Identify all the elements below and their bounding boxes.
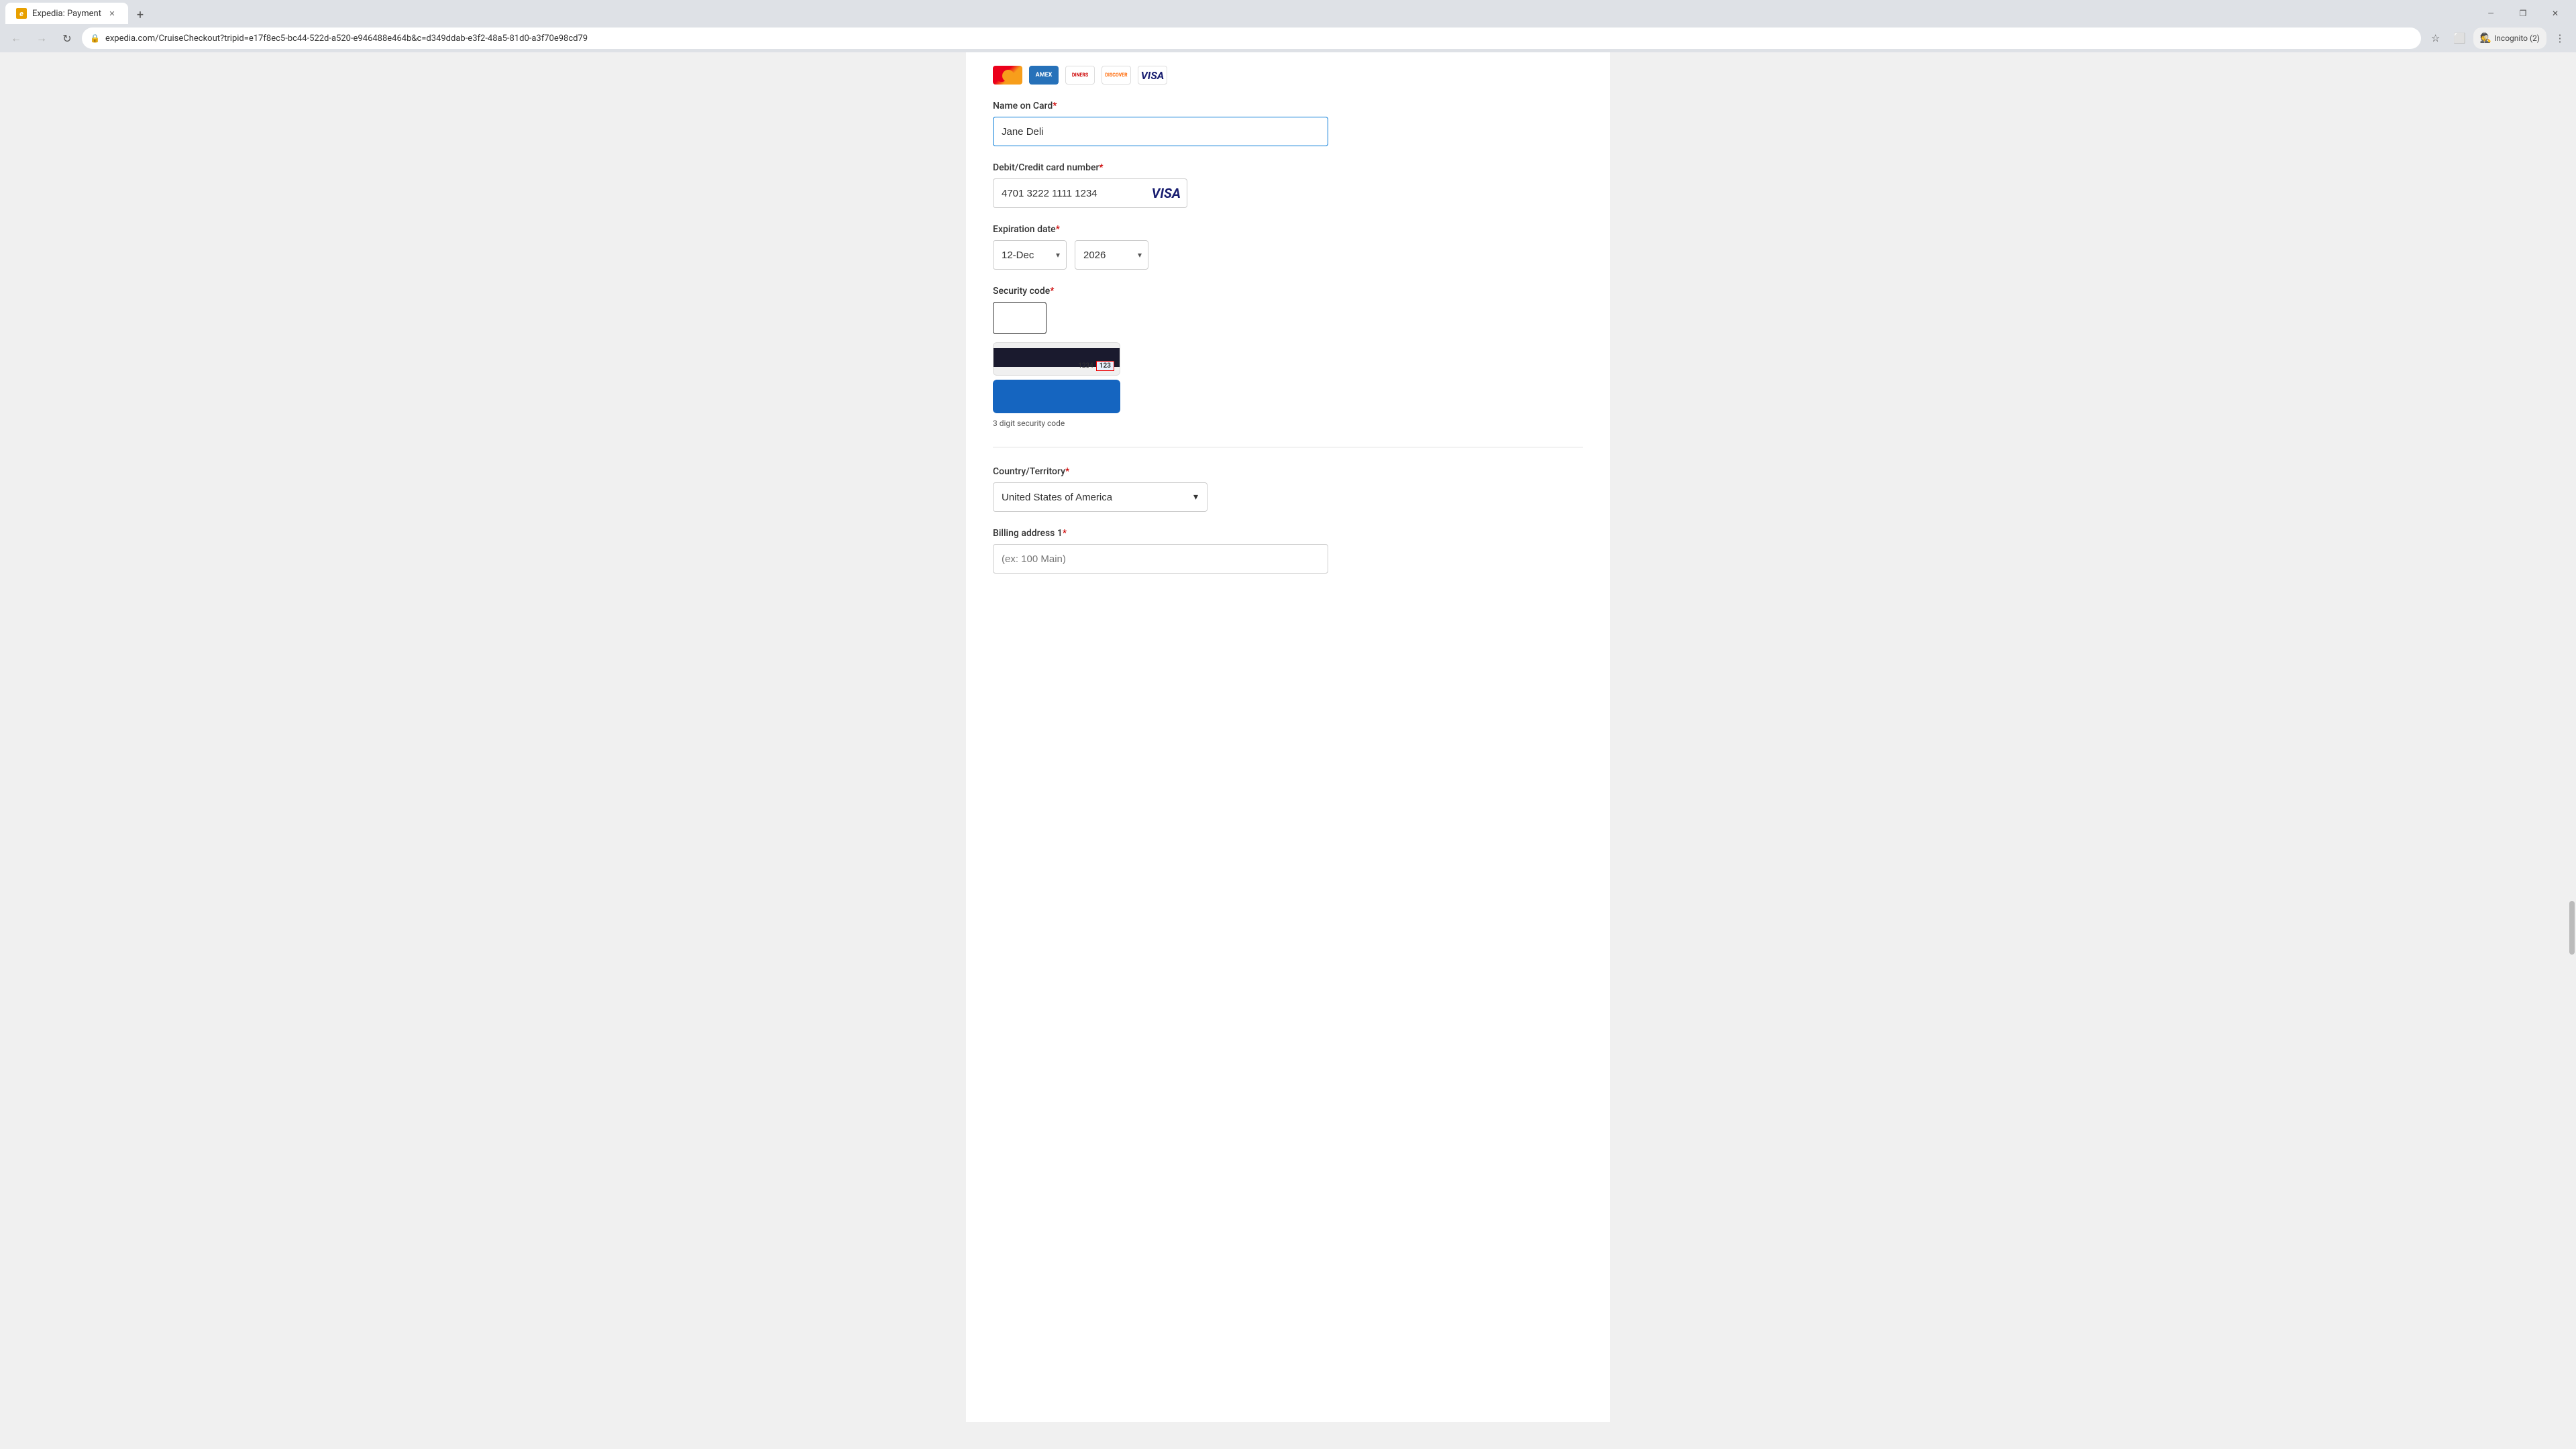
tab-title: Expedia: Payment	[32, 9, 101, 19]
name-label: Name on Card*	[993, 101, 1583, 111]
name-on-card-section: Name on Card*	[993, 101, 1583, 146]
scrollbar[interactable]	[2568, 79, 2576, 1449]
country-required-star: *	[1065, 466, 1069, 477]
visa-card-icon: VISA	[1138, 66, 1167, 85]
menu-button[interactable]: ⋮	[2549, 28, 2571, 49]
cvv-signature-area: 1234 123	[1078, 361, 1114, 371]
security-code-input[interactable]	[993, 302, 1046, 334]
expiry-month-wrapper: 12-Dec 1-Jan2-Feb3-Mar 4-Apr5-May6-Jun 7…	[993, 240, 1067, 270]
back-button[interactable]: ←	[5, 28, 27, 49]
cvv-sig-number: 1234	[1078, 362, 1093, 370]
minimize-button[interactable]: —	[2475, 3, 2506, 24]
cvv-card-back: 1234 123	[993, 342, 1120, 376]
restore-button[interactable]: ❐	[2508, 3, 2538, 24]
url-text: expedia.com/CruiseCheckout?tripid=e17f8e…	[105, 34, 2413, 44]
new-tab-button[interactable]: +	[131, 5, 150, 24]
card-type-icons: AMEX DINERS DISCOVER VISA	[993, 66, 1583, 85]
tab-favicon: e	[16, 8, 27, 19]
lock-icon: 🔒	[90, 34, 100, 43]
billing-label: Billing address 1*	[993, 528, 1583, 539]
address-bar[interactable]: 🔒 expedia.com/CruiseCheckout?tripid=e17f…	[82, 28, 2421, 49]
card-number-wrapper: VISA	[993, 178, 1187, 208]
diners-icon: DINERS	[1065, 66, 1095, 85]
billing-address-section: Billing address 1*	[993, 528, 1583, 574]
mastercard-icon	[993, 66, 1022, 85]
expiry-row: 12-Dec 1-Jan2-Feb3-Mar 4-Apr5-May6-Jun 7…	[993, 240, 1583, 270]
name-required-star: *	[1053, 101, 1057, 111]
reload-button[interactable]: ↻	[56, 28, 78, 49]
cvv-hint-text: 3 digit security code	[993, 419, 1120, 428]
expiry-month-select[interactable]: 12-Dec 1-Jan2-Feb3-Mar 4-Apr5-May6-Jun 7…	[993, 240, 1067, 270]
country-select[interactable]: United States of America Canada United K…	[993, 482, 1208, 512]
billing-address-input[interactable]	[993, 544, 1328, 574]
incognito-label: Incognito (2)	[2494, 34, 2540, 43]
expiry-label: Expiration date*	[993, 224, 1583, 235]
billing-required-star: *	[1063, 528, 1067, 539]
discover-icon: DISCOVER	[1102, 66, 1131, 85]
active-tab[interactable]: e Expedia: Payment ✕	[5, 3, 128, 24]
incognito-indicator: 🕵 Incognito (2)	[2473, 28, 2546, 49]
cvv-code-box: 123	[1096, 361, 1114, 371]
name-input[interactable]	[993, 117, 1328, 146]
card-brand-indicator: VISA	[1152, 185, 1181, 201]
card-number-label: Debit/Credit card number*	[993, 162, 1583, 173]
expiry-section: Expiration date* 12-Dec 1-Jan2-Feb3-Mar …	[993, 224, 1583, 270]
security-required-star: *	[1050, 286, 1054, 297]
extensions-button[interactable]: ⬜	[2449, 28, 2471, 49]
cvv-illustration: 1234 123 3 digit security code	[993, 342, 1120, 428]
cvv-card-front	[993, 380, 1120, 413]
scrollbar-thumb[interactable]	[2569, 901, 2575, 955]
page-content: AMEX DINERS DISCOVER VISA Name on Card* …	[966, 52, 1610, 1422]
card-number-section: Debit/Credit card number* VISA	[993, 162, 1583, 208]
bookmark-button[interactable]: ☆	[2425, 28, 2447, 49]
tab-bar: e Expedia: Payment ✕ + — ❐ ✕	[0, 0, 2576, 24]
country-label: Country/Territory*	[993, 466, 1583, 477]
nav-right-icons: ☆ ⬜ 🕵 Incognito (2) ⋮	[2425, 28, 2571, 49]
country-select-wrapper: United States of America Canada United K…	[993, 482, 1208, 512]
tab-close-button[interactable]: ✕	[107, 8, 117, 19]
expiry-year-wrapper: 20242025 2026 2027202820292030 ▾	[1075, 240, 1148, 270]
nav-bar: ← → ↻ 🔒 expedia.com/CruiseCheckout?tripi…	[0, 24, 2576, 52]
window-controls: — ❐ ✕	[2475, 3, 2571, 24]
card-required-star: *	[1099, 162, 1103, 173]
close-button[interactable]: ✕	[2540, 3, 2571, 24]
security-label: Security code*	[993, 286, 1583, 297]
country-section: Country/Territory* United States of Amer…	[993, 466, 1583, 512]
amex-icon: AMEX	[1029, 66, 1059, 85]
expiry-required-star: *	[1056, 224, 1060, 235]
security-code-section: Security code* 1234 123 3 digit security…	[993, 286, 1583, 428]
expiry-year-select[interactable]: 20242025 2026 2027202820292030	[1075, 240, 1148, 270]
forward-button[interactable]: →	[31, 28, 52, 49]
